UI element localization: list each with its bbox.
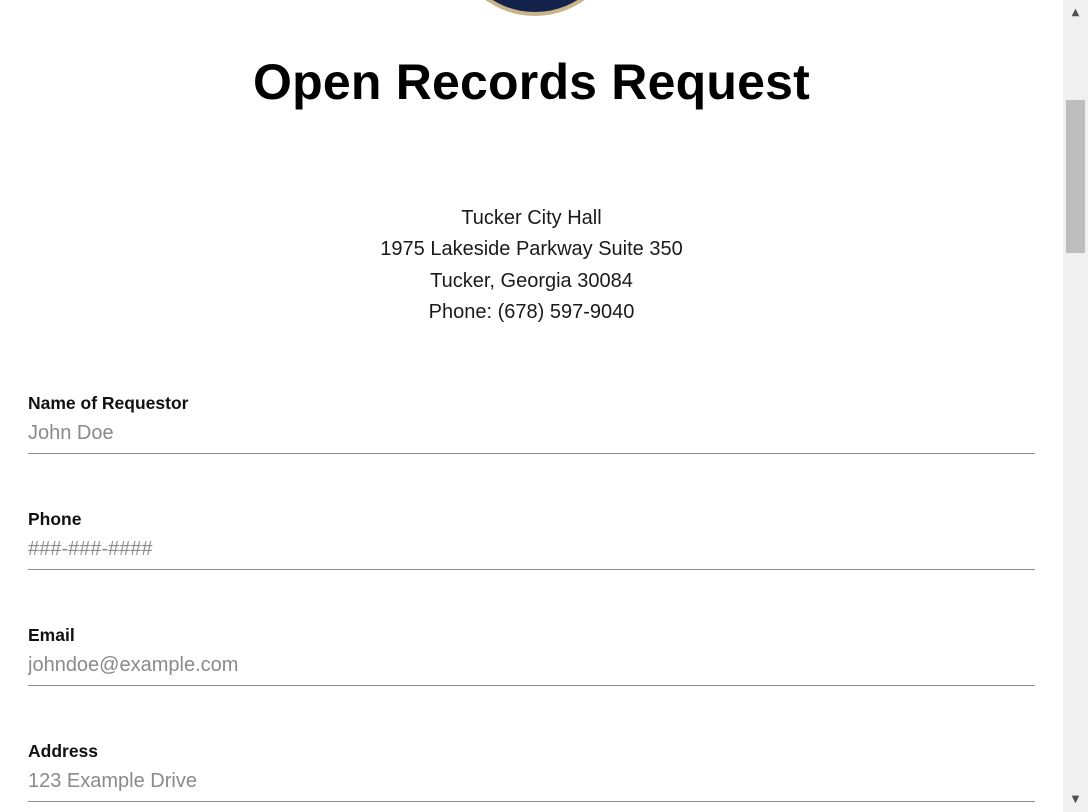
records-request-form: Name of Requestor Phone Email Address: [28, 388, 1035, 812]
email-input[interactable]: [28, 650, 1035, 686]
email-field-group: Email: [28, 620, 1035, 736]
city-seal-icon: [450, 0, 620, 16]
address-line-phone: Phone: (678) 597-9040: [428, 300, 635, 323]
address-line-street: 1975 Lakeside Parkway Suite 350: [380, 238, 683, 261]
contact-address-block: Tucker City Hall 1975 Lakeside Parkway S…: [0, 203, 1063, 328]
name-input[interactable]: [28, 418, 1035, 454]
address-line-building: Tucker City Hall: [461, 207, 602, 229]
scrollbar-thumb[interactable]: [1066, 100, 1085, 253]
email-label: Email: [28, 625, 75, 645]
address-input[interactable]: [28, 766, 1035, 802]
page-viewport: Open Records Request Tucker City Hall 19…: [0, 0, 1063, 812]
address-field-group: Address: [28, 736, 1035, 812]
name-field-group: Name of Requestor: [28, 388, 1035, 504]
phone-label: Phone: [28, 509, 82, 529]
address-line-city: Tucker, Georgia 30084: [430, 269, 633, 292]
phone-input[interactable]: [28, 534, 1035, 570]
phone-field-group: Phone: [28, 504, 1035, 620]
vertical-scrollbar[interactable]: ▲ ▼: [1063, 0, 1088, 812]
page-title: Open Records Request: [253, 54, 810, 110]
scroll-up-icon[interactable]: ▲: [1063, 0, 1088, 25]
name-label: Name of Requestor: [28, 393, 189, 413]
address-label: Address: [28, 741, 99, 761]
scroll-down-icon[interactable]: ▼: [1063, 787, 1088, 812]
